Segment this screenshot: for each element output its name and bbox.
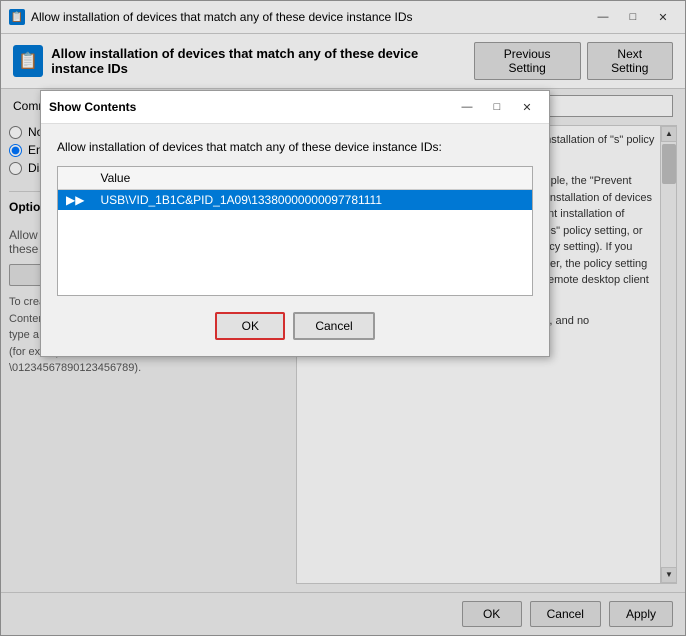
move-arrows: ▶▶ (58, 190, 92, 211)
dialog-title-bar: Show Contents — □ ✕ (41, 91, 549, 124)
move-col-header (58, 167, 92, 190)
dialog-title: Show Contents (49, 100, 136, 114)
dialog-cancel-button[interactable]: Cancel (293, 312, 374, 340)
dialog-footer: OK Cancel (41, 312, 549, 356)
dialog-maximize-button[interactable]: □ (483, 97, 511, 117)
dialog-ok-button[interactable]: OK (215, 312, 285, 340)
dialog-controls: — □ ✕ (453, 97, 541, 117)
value-table: Value ▶▶ USB\VID_1B1C&PID_1A09\133800000… (58, 167, 532, 210)
dialog-minimize-button[interactable]: — (453, 97, 481, 117)
value-col-header: Value (92, 167, 532, 190)
dialog-table: Value ▶▶ USB\VID_1B1C&PID_1A09\133800000… (57, 166, 533, 296)
dialog-description: Allow installation of devices that match… (57, 140, 533, 154)
dialog-overlay: Show Contents — □ ✕ Allow installation o… (0, 0, 686, 636)
show-contents-dialog: Show Contents — □ ✕ Allow installation o… (40, 90, 550, 357)
table-row[interactable]: ▶▶ USB\VID_1B1C&PID_1A09\133800000000977… (58, 190, 532, 211)
dialog-close-button[interactable]: ✕ (513, 97, 541, 117)
dialog-content: Allow installation of devices that match… (41, 124, 549, 312)
device-id-value: USB\VID_1B1C&PID_1A09\133800000000977811… (92, 190, 532, 211)
